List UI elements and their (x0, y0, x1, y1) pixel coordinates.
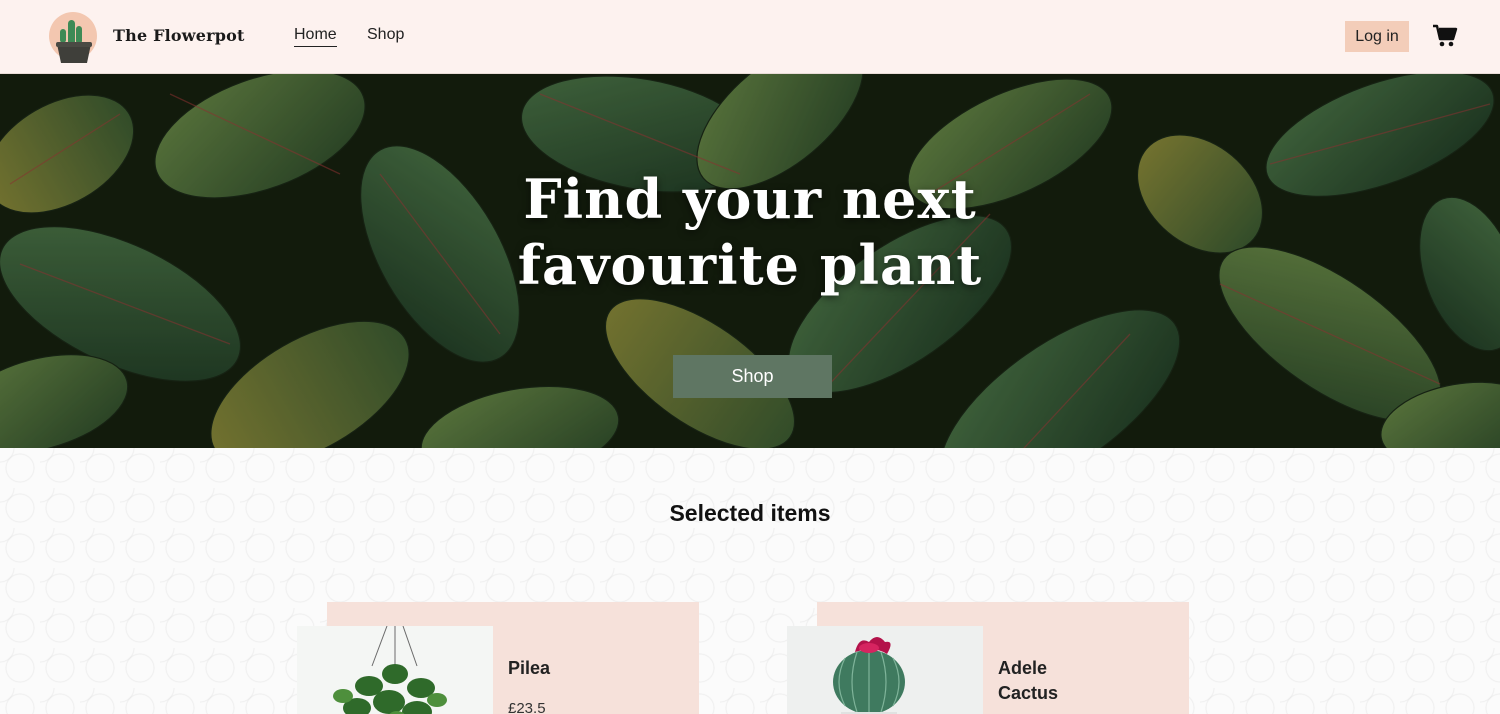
product-name-line-2: Cactus (998, 683, 1059, 703)
nav-shop-link[interactable]: Shop (367, 26, 404, 46)
product-name[interactable]: Adele Cactus (998, 656, 1148, 706)
hero-title-line-2: favourite plant (517, 233, 983, 297)
nav-home-link[interactable]: Home (294, 26, 337, 47)
adele-cactus-product-image[interactable] (787, 626, 983, 714)
hero-title-line-1: Find your next (523, 167, 977, 231)
login-button[interactable]: Log in (1345, 21, 1409, 52)
section-title: Selected items (669, 500, 831, 526)
product-name[interactable]: Pilea (508, 656, 658, 681)
selected-items-section: Selected items Pilea £23.5 Adele Cactus (0, 448, 1500, 714)
cactus-logo-icon[interactable] (49, 11, 99, 63)
product-name-line-1: Adele (998, 658, 1048, 678)
brand-name[interactable]: The Flowerpot (113, 26, 245, 45)
hero-banner: Find your next favourite plant Shop (0, 74, 1500, 448)
shopping-cart-icon[interactable] (1432, 24, 1458, 48)
site-header: The Flowerpot Home Shop Log in (0, 0, 1500, 74)
hero-shop-button[interactable]: Shop (673, 355, 832, 398)
product-price: £23.5 (508, 700, 546, 714)
pilea-product-image[interactable] (297, 626, 493, 714)
product-card[interactable]: Adele Cactus (787, 602, 1189, 714)
product-card[interactable]: Pilea £23.5 (297, 602, 699, 714)
hero-title: Find your next favourite plant (0, 166, 1500, 298)
